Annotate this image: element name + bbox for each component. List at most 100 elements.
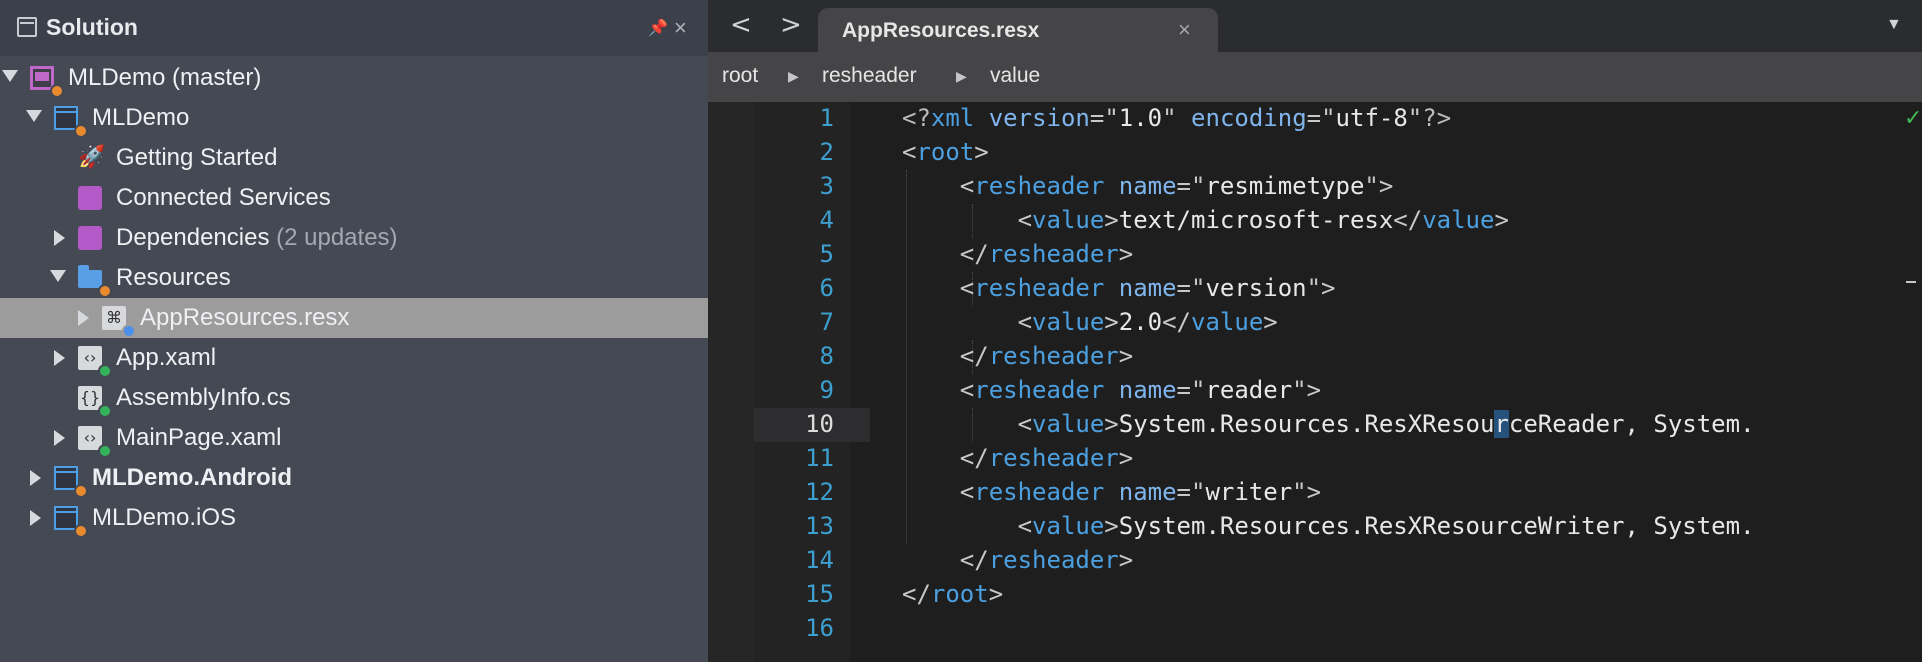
tree-item-label: AppResources.resx bbox=[140, 304, 350, 331]
code-line: 5 </resheader> bbox=[708, 238, 1922, 272]
breadcrumb-item[interactable]: resheader bbox=[822, 64, 917, 88]
code-line: 6 <resheader name="version"> bbox=[708, 272, 1922, 306]
solution-pad: Solution 📌 × MLDemo (master) MLDemo 🚀 Ge… bbox=[0, 0, 708, 662]
tree-item-label: MLDemo.Android bbox=[92, 464, 292, 491]
tree-item-project-android[interactable]: MLDemo.Android bbox=[0, 458, 708, 498]
tree-item-app-xaml[interactable]: ‹› App.xaml bbox=[0, 338, 708, 378]
line-number: 15 bbox=[805, 580, 834, 608]
tree-item-mainpage-xaml[interactable]: ‹› MainPage.xaml bbox=[0, 418, 708, 458]
expand-arrow-icon[interactable] bbox=[2, 70, 18, 82]
code-line: 13 <value>System.Resources.ResXResourceW… bbox=[708, 510, 1922, 544]
scrollbar-marker[interactable] bbox=[1906, 281, 1916, 283]
line-number: 3 bbox=[819, 172, 834, 200]
breadcrumb: root ▶ resheader ▶ value bbox=[708, 52, 1922, 102]
forward-button[interactable]: > bbox=[780, 10, 802, 40]
add-badge-icon bbox=[98, 364, 112, 378]
close-pad-icon[interactable]: × bbox=[674, 15, 687, 41]
code-text: <resheader name="version"> bbox=[959, 274, 1336, 302]
tree-item-label: MainPage.xaml bbox=[116, 424, 282, 451]
tree-item-label-group: Dependencies (2 updates) bbox=[116, 224, 398, 252]
close-tab-icon[interactable]: × bbox=[1178, 17, 1191, 43]
code-line: 9 <resheader name="reader"> bbox=[708, 374, 1922, 408]
tree-item-project-ios[interactable]: MLDemo.iOS bbox=[0, 498, 708, 538]
line-number: 14 bbox=[805, 546, 834, 574]
resheader-value: 2.0 bbox=[1118, 308, 1163, 336]
tree-item-connected-services[interactable]: Connected Services bbox=[0, 178, 708, 218]
rocket-icon: 🚀 bbox=[78, 145, 106, 170]
resheader-value: System.Resources.ResXResourceWriter, Sys… bbox=[1118, 512, 1755, 540]
resheader-value: text/microsoft-resx bbox=[1118, 206, 1394, 234]
check-icon: ✓ bbox=[1904, 106, 1922, 131]
line-number: 4 bbox=[819, 206, 834, 234]
expand-arrow-icon[interactable] bbox=[30, 510, 41, 526]
code-area[interactable]: 1 <?xml version="1.0" encoding="utf-8"?>… bbox=[708, 102, 1922, 662]
tree-item-dependencies[interactable]: Dependencies (2 updates) bbox=[0, 218, 708, 258]
code-line: 4 <value>text/microsoft-resx</value> bbox=[708, 204, 1922, 238]
solution-pad-icon bbox=[17, 17, 37, 37]
tab-appresources[interactable]: AppResources.resx × bbox=[818, 8, 1218, 52]
add-badge-icon bbox=[122, 324, 136, 338]
resheader-name: reader bbox=[1205, 376, 1293, 404]
code-text: <resheader name="resmimetype"> bbox=[959, 172, 1394, 200]
code-editor: < > AppResources.resx × ▼ root ▶ reshead… bbox=[708, 0, 1922, 662]
code-line: 16 bbox=[708, 612, 1922, 646]
vcs-badge-icon bbox=[74, 124, 88, 138]
line-number: 13 bbox=[805, 512, 834, 540]
breadcrumb-separator-icon: ▶ bbox=[956, 68, 967, 84]
expand-arrow-icon[interactable] bbox=[26, 110, 42, 122]
expand-arrow-icon[interactable] bbox=[30, 470, 41, 486]
solution-pad-title: Solution bbox=[46, 14, 138, 40]
tree-item-resources[interactable]: Resources bbox=[0, 258, 708, 298]
tree-item-assemblyinfo[interactable]: {} AssemblyInfo.cs bbox=[0, 378, 708, 418]
expand-arrow-icon[interactable] bbox=[78, 310, 89, 326]
code-text: </resheader> bbox=[959, 240, 1134, 268]
tree-item-solution[interactable]: MLDemo (master) bbox=[0, 58, 708, 98]
code-text: </resheader> bbox=[959, 546, 1134, 574]
code-text: </resheader> bbox=[959, 342, 1134, 370]
tree-item-project-mldemo[interactable]: MLDemo bbox=[0, 98, 708, 138]
code-line-current: 10 <value>System.Resources.ResXResourceR… bbox=[708, 408, 1922, 442]
tab-list-dropdown-icon[interactable]: ▼ bbox=[1886, 16, 1902, 34]
text-cursor: r bbox=[1494, 410, 1509, 438]
code-text: <value>2.0</value> bbox=[1017, 308, 1278, 336]
tab-bar: < > AppResources.resx × ▼ bbox=[708, 0, 1922, 52]
resheader-name: writer bbox=[1205, 478, 1293, 506]
pin-icon[interactable]: 📌 bbox=[648, 18, 668, 38]
line-number: 5 bbox=[819, 240, 834, 268]
add-badge-icon bbox=[98, 404, 112, 418]
tree-item-label: Dependencies bbox=[116, 224, 270, 251]
expand-arrow-icon[interactable] bbox=[54, 430, 65, 446]
tree-item-label: MLDemo.iOS bbox=[92, 504, 237, 531]
breadcrumb-item[interactable]: root bbox=[722, 64, 758, 88]
connected-services-icon bbox=[78, 186, 102, 210]
tree-item-label: AssemblyInfo.cs bbox=[116, 384, 291, 411]
updates-note: (2 updates) bbox=[276, 224, 398, 251]
line-number: 1 bbox=[819, 104, 834, 132]
code-text: <resheader name="reader"> bbox=[959, 376, 1322, 404]
tree-item-label: App.xaml bbox=[116, 344, 217, 371]
resheader-value-part: ceReader, System. bbox=[1508, 410, 1755, 438]
code-text: <root> bbox=[902, 138, 989, 166]
expand-arrow-icon[interactable] bbox=[50, 270, 66, 282]
code-line: 3 <resheader name="resmimetype"> bbox=[708, 170, 1922, 204]
expand-arrow-icon[interactable] bbox=[54, 350, 65, 366]
code-text: </root> bbox=[902, 580, 1004, 608]
line-number: 2 bbox=[819, 138, 834, 166]
code-text: </resheader> bbox=[959, 444, 1134, 472]
line-number: 11 bbox=[805, 444, 834, 472]
vcs-badge-icon bbox=[74, 524, 88, 538]
resheader-name: version bbox=[1205, 274, 1307, 302]
tree-item-getting-started[interactable]: 🚀 Getting Started bbox=[0, 138, 708, 178]
vcs-badge-icon bbox=[50, 84, 64, 98]
code-line: 14 </resheader> bbox=[708, 544, 1922, 578]
code-line: 2 <root> bbox=[708, 136, 1922, 170]
back-button[interactable]: < bbox=[730, 10, 752, 40]
code-line: 1 <?xml version="1.0" encoding="utf-8"?> bbox=[708, 102, 1922, 136]
tree-item-appresources[interactable]: ⌘ AppResources.resx bbox=[0, 298, 708, 338]
code-text: <value>text/microsoft-resx</value> bbox=[1017, 206, 1509, 234]
breadcrumb-item[interactable]: value bbox=[990, 64, 1040, 88]
root-tag: root bbox=[930, 580, 989, 608]
tree-item-label: Getting Started bbox=[116, 144, 278, 171]
code-text: <?xml version="1.0" encoding="utf-8"?> bbox=[902, 104, 1452, 132]
expand-arrow-icon[interactable] bbox=[54, 230, 65, 246]
